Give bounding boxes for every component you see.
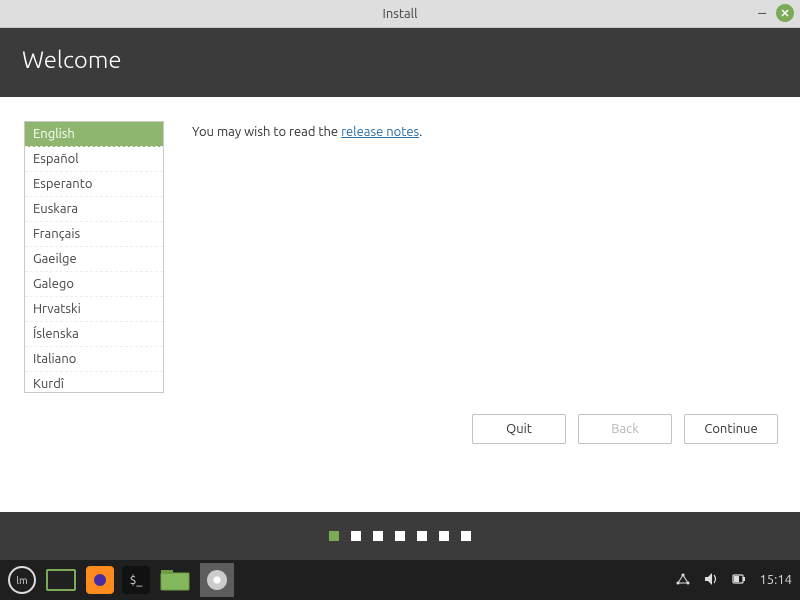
minimize-icon[interactable]: – [758, 5, 766, 21]
terminal-icon[interactable]: $_ [122, 566, 150, 594]
language-item[interactable]: Euskara [25, 197, 163, 222]
notes-prefix: You may wish to read the [192, 125, 341, 139]
clock[interactable]: 15:14 [759, 573, 792, 587]
firefox-icon[interactable] [86, 566, 114, 594]
page-header: Welcome [0, 28, 800, 97]
progress-dot [373, 531, 383, 541]
close-icon[interactable] [776, 4, 794, 22]
progress-dot [461, 531, 471, 541]
svg-text:lm: lm [16, 575, 27, 586]
language-item[interactable]: Français [25, 222, 163, 247]
language-list[interactable]: EnglishEspañolEsperantoEuskaraFrançaisGa… [24, 121, 164, 393]
battery-icon[interactable] [731, 571, 747, 590]
progress-dot [329, 531, 339, 541]
language-item[interactable]: Esperanto [25, 172, 163, 197]
language-item[interactable]: Italiano [25, 347, 163, 372]
installer-window: Install – Welcome EnglishEspañolEsperant… [0, 0, 800, 560]
release-notes-text: You may wish to read the release notes. [192, 121, 776, 512]
language-item[interactable]: Galego [25, 272, 163, 297]
content-area: EnglishEspañolEsperantoEuskaraFrançaisGa… [0, 97, 800, 512]
language-item[interactable]: Íslenska [25, 322, 163, 347]
network-icon[interactable] [675, 571, 691, 590]
progress-dot [395, 531, 405, 541]
continue-button[interactable]: Continue [684, 414, 778, 444]
language-item[interactable]: Hrvatski [25, 297, 163, 322]
notes-suffix: . [419, 125, 422, 139]
progress-dot [351, 531, 361, 541]
disc-icon [207, 570, 227, 590]
taskbar: lm $_ 15:14 [0, 560, 800, 600]
page-title: Welcome [22, 46, 778, 73]
progress-dot [439, 531, 449, 541]
system-tray: 15:14 [675, 571, 792, 590]
menu-button[interactable]: lm [8, 566, 36, 594]
titlebar: Install – [0, 0, 800, 28]
release-notes-link[interactable]: release notes [341, 125, 419, 139]
button-row: Quit Back Continue [472, 414, 778, 444]
language-item[interactable]: Gaeilge [25, 247, 163, 272]
show-desktop-icon[interactable] [44, 565, 78, 595]
installer-task-icon[interactable] [200, 563, 234, 597]
language-item[interactable]: English [25, 122, 163, 147]
language-item[interactable]: Kurdî [25, 372, 163, 393]
quit-button[interactable]: Quit [472, 414, 566, 444]
window-title: Install [383, 7, 418, 21]
files-icon[interactable] [158, 565, 192, 595]
progress-dot [417, 531, 427, 541]
language-item[interactable]: Español [25, 147, 163, 172]
volume-icon[interactable] [703, 571, 719, 590]
window-controls: – [758, 4, 794, 22]
progress-indicator [0, 512, 800, 560]
back-button: Back [578, 414, 672, 444]
